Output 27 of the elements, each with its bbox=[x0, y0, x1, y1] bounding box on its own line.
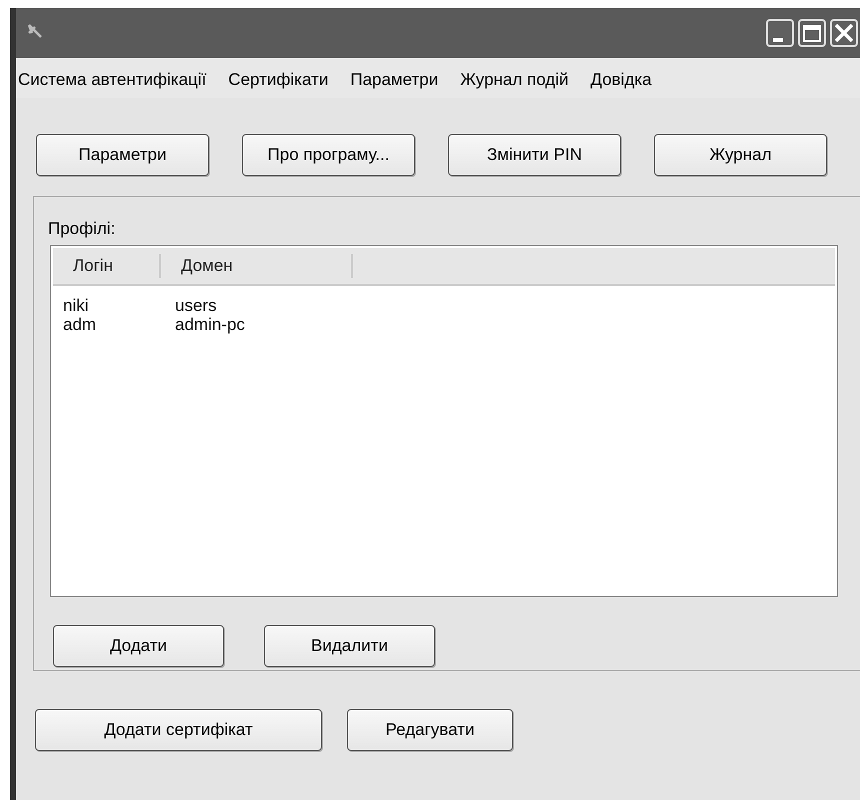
action-button[interactable]: Додати сертифікат bbox=[35, 709, 322, 751]
toolbar-button[interactable]: Про програму... bbox=[242, 134, 415, 176]
action-button[interactable]: Редагувати bbox=[347, 709, 513, 751]
group-label: Профілі: bbox=[48, 219, 116, 239]
menu-item[interactable]: Система автентифікації bbox=[18, 70, 206, 98]
profile-button[interactable]: Додати bbox=[53, 625, 224, 667]
list-cell: admin-pc bbox=[175, 315, 245, 334]
list-cell: users bbox=[175, 296, 217, 315]
column-header[interactable]: Домен bbox=[161, 254, 353, 278]
column-header[interactable]: Логін bbox=[53, 254, 161, 278]
menu-item[interactable]: Довідка bbox=[590, 70, 652, 98]
minimize-button[interactable] bbox=[766, 19, 794, 47]
toolbar-button[interactable]: Журнал bbox=[654, 134, 827, 176]
toolbar-button[interactable]: Параметри bbox=[36, 134, 209, 176]
menu-item[interactable]: Параметри bbox=[350, 70, 438, 98]
profiles-list[interactable]: Логін Домен niki users adm admin-pc bbox=[50, 245, 838, 597]
profile-button[interactable]: Видалити bbox=[264, 625, 435, 667]
minimize-icon bbox=[773, 38, 783, 42]
maximize-button[interactable] bbox=[798, 19, 826, 47]
maximize-icon bbox=[803, 24, 821, 42]
list-cell-text: niki bbox=[62, 296, 90, 315]
list-cell-text: adm bbox=[62, 315, 98, 334]
menu-item[interactable]: Сертифікати bbox=[228, 70, 328, 98]
close-button[interactable] bbox=[830, 19, 858, 47]
menu-item[interactable]: Журнал подій bbox=[460, 70, 568, 98]
toolbar-button[interactable]: Змінити PIN bbox=[448, 134, 621, 176]
close-icon bbox=[835, 24, 853, 42]
